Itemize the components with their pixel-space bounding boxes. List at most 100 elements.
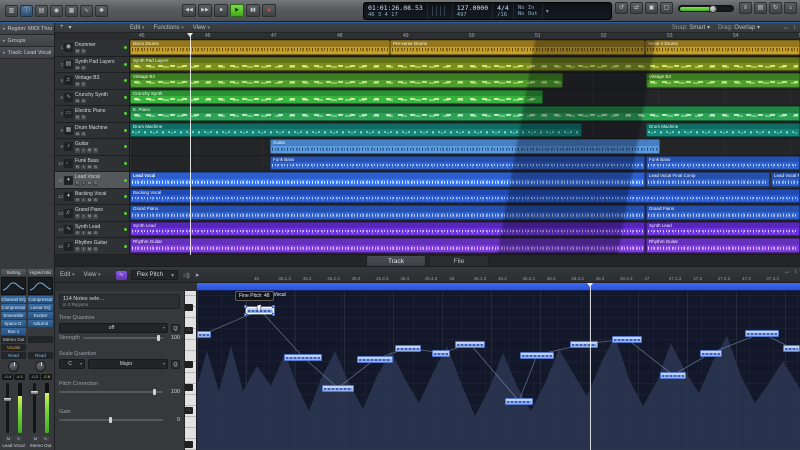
track-s-button[interactable]: S: [81, 132, 86, 137]
scale-apply-button[interactable]: Q: [171, 360, 180, 369]
track-header-crunchy-synth[interactable]: 6∿Crunchy SynthMS: [55, 90, 129, 107]
plugin-slot-3[interactable]: Ensemble: [1, 312, 26, 319]
track-i-button[interactable]: I: [81, 165, 86, 170]
rewind-button[interactable]: ◀◀: [182, 4, 196, 17]
track-m-button[interactable]: M: [87, 148, 92, 153]
track-s-button[interactable]: S: [93, 231, 98, 236]
flex-note[interactable]: [745, 330, 779, 337]
volume-fader[interactable]: [28, 381, 53, 435]
track-r-button[interactable]: R: [75, 231, 80, 236]
snap-menu[interactable]: Snap: Smart ▾: [672, 24, 710, 31]
track-r-button[interactable]: R: [75, 198, 80, 203]
track-s-button[interactable]: S: [81, 49, 86, 54]
region-pre-verse-drums[interactable]: Pre-verse Drums: [390, 40, 645, 55]
quantize-apply-button[interactable]: Q: [171, 324, 180, 333]
region-verse-2-drums[interactable]: Verse 2 Drums: [645, 40, 800, 55]
flex-icon[interactable]: ∿: [80, 5, 93, 17]
pitch-correction-slider[interactable]: [59, 391, 163, 393]
volume-fader[interactable]: [1, 381, 26, 435]
inspector-icon[interactable]: ⓘ: [20, 5, 33, 17]
track-m-button[interactable]: M: [87, 181, 92, 186]
master-volume-knob[interactable]: [709, 5, 717, 13]
loop-browser-icon[interactable]: ↻: [769, 2, 782, 14]
track-m-button[interactable]: M: [87, 198, 92, 203]
flex-note[interactable]: [455, 341, 485, 348]
lcd-display[interactable]: 01:01:26.08.53 46 3 4 17 127.0000 497 4/…: [363, 2, 612, 20]
lane-vintage-b3[interactable]: Vintage B3 Vintage B3: [130, 73, 800, 90]
media-browser-icon[interactable]: ⌂: [784, 2, 797, 14]
track-r-button[interactable]: R: [75, 181, 80, 186]
lane-funk-bass[interactable]: Funk BassFunk Bass: [130, 156, 800, 173]
track-i-button[interactable]: I: [81, 247, 86, 252]
track-s-button[interactable]: S: [81, 99, 86, 104]
editor-zoom-h-slider[interactable]: ↔: [784, 269, 790, 275]
inspector-section-region[interactable]: ▸Region: MIDI Thru: [0, 23, 54, 35]
list-editors-icon[interactable]: ≡: [739, 2, 752, 14]
lane-drum-machine[interactable]: Drum MachineDrum Machine: [130, 123, 800, 140]
bar-ruler[interactable]: 4546474849505152535455: [130, 33, 800, 40]
track-s-button[interactable]: S: [93, 181, 98, 186]
track-s-button[interactable]: S: [93, 198, 98, 203]
track-header-synth-lead[interactable]: 14∿Synth LeadRIMS: [55, 222, 129, 239]
lane-lead-vocal[interactable]: Lead VocalLead Vocal Final CompLead Voca…: [130, 172, 800, 189]
horizontal-zoom-slider[interactable]: ↔: [783, 25, 789, 31]
pause-button[interactable]: ▮▮: [246, 4, 260, 17]
track-s-button[interactable]: S: [81, 66, 86, 71]
time-quantize-dropdown[interactable]: off▾: [59, 323, 168, 333]
forward-button[interactable]: ▶▶: [198, 4, 212, 17]
region-lead-vocal[interactable]: Lead Vocal: [130, 172, 645, 187]
lane-synth-pad-layers[interactable]: Synth Pad Layers: [130, 57, 800, 74]
smart-controls-icon[interactable]: ◉: [50, 5, 63, 17]
track-i-button[interactable]: I: [81, 198, 86, 203]
tab-track[interactable]: Track: [366, 255, 426, 266]
send-slot[interactable]: Bus 1: [1, 328, 26, 335]
black-key[interactable]: [185, 304, 193, 311]
region-synth-lead[interactable]: Synth Lead: [646, 222, 800, 237]
autopunch-icon[interactable]: ▣: [645, 2, 658, 14]
inspector-section-track[interactable]: ▸Track: Lead Vocal: [0, 47, 54, 59]
lane-grand-piano[interactable]: Grand PianoGrand Piano: [130, 205, 800, 222]
flex-note[interactable]: [570, 341, 598, 348]
lane-crunchy-synth[interactable]: Crunchy Synth: [130, 90, 800, 107]
track-m-button[interactable]: M: [75, 66, 80, 71]
editor-playhead[interactable]: [590, 283, 591, 450]
flex-note[interactable]: [197, 331, 211, 338]
region-synth-pad-layers[interactable]: Synth Pad Layers: [130, 57, 800, 72]
region-rhythm-guitar[interactable]: Rhythm Guitar: [130, 238, 645, 253]
editor-zoom-v-slider[interactable]: ↕: [794, 269, 797, 275]
eq-thumbnail[interactable]: [28, 277, 53, 295]
pan-knob[interactable]: [8, 361, 19, 372]
track-m-button[interactable]: M: [87, 165, 92, 170]
region-grand-piano[interactable]: Grand Piano: [646, 205, 800, 220]
track-r-button[interactable]: R: [75, 148, 80, 153]
piano-keyboard[interactable]: C5C4: [185, 291, 197, 450]
channel-setting-button[interactable]: Setting: [1, 269, 26, 276]
track-header-rhythm-guitar[interactable]: 15♪Rhythm GuitarRIMS: [55, 238, 129, 255]
master-volume-slider[interactable]: [678, 5, 734, 12]
flex-note[interactable]: [432, 350, 450, 357]
region-drum-machine[interactable]: Drum Machine: [130, 123, 582, 138]
add-track-button[interactable]: +: [60, 24, 64, 31]
plugin-slot-2[interactable]: Linear EQ: [28, 304, 53, 311]
track-i-button[interactable]: I: [81, 148, 86, 153]
track-s-button[interactable]: S: [93, 214, 98, 219]
plugin-slot-3[interactable]: Exciter: [28, 312, 53, 319]
track-m-button[interactable]: M: [87, 214, 92, 219]
stop-button[interactable]: ■: [214, 4, 228, 17]
inspector-section-groups[interactable]: ▸Groups: [0, 35, 54, 47]
editor-edit-menu[interactable]: Edit ▾: [60, 272, 75, 278]
output-slot[interactable]: Stereo Out: [1, 336, 26, 343]
track-header-guitar[interactable]: 9♪GuitarRIMS: [55, 139, 129, 156]
region-vintage-b3[interactable]: Vintage B3: [130, 73, 563, 88]
tab-file[interactable]: File: [429, 255, 489, 266]
track-s-button[interactable]: S: [93, 247, 98, 252]
replace-icon[interactable]: ⇄: [630, 2, 643, 14]
note-handle[interactable]: [272, 305, 275, 308]
region-vintage-b3[interactable]: Vintage B3: [646, 73, 800, 88]
fader-cap[interactable]: [3, 397, 12, 402]
track-m-button[interactable]: M: [75, 132, 80, 137]
flex-note[interactable]: [612, 336, 642, 343]
flex-note[interactable]: [284, 354, 322, 361]
track-m-button[interactable]: M: [75, 82, 80, 87]
output-slot[interactable]: [28, 336, 53, 343]
